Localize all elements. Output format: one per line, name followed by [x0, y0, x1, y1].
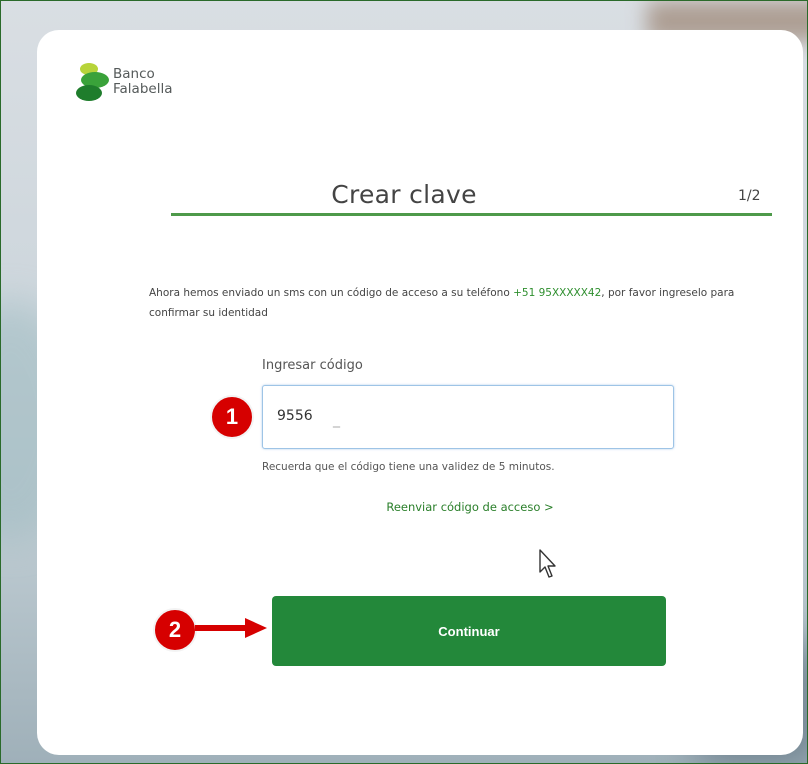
instructions-prefix: Ahora hemos enviado un sms con un código… [149, 287, 514, 299]
step-indicator: 1/2 [738, 188, 761, 204]
code-input[interactable]: 9556 _ [262, 385, 674, 449]
annotation-arrow-icon [195, 618, 267, 638]
resend-code-link[interactable]: Reenviar código de acceso > [0, 500, 808, 514]
validity-hint: Recuerda que el código tiene una validez… [262, 461, 555, 473]
instructions-text: Ahora hemos enviado un sms con un código… [149, 283, 769, 323]
logo-line-2: Falabella [113, 81, 173, 97]
annotation-badge-2: 2 [153, 608, 197, 652]
annotation-badge-1: 1 [210, 395, 254, 439]
text-caret-icon: _ [333, 412, 340, 428]
page-title: Crear clave [331, 180, 477, 209]
phone-number: +51 95XXXXX42 [513, 287, 602, 299]
bank-logo: Banco Falabella [75, 62, 195, 108]
logo-line-1: Banco [113, 66, 155, 82]
code-input-label: Ingresar código [262, 358, 363, 373]
title-underline [171, 213, 772, 216]
code-input-value: 9556 [277, 408, 313, 424]
logo-mark-icon [76, 63, 109, 101]
mouse-cursor-icon [539, 549, 556, 578]
logo-text: Banco Falabella [113, 67, 172, 97]
continue-button[interactable]: Continuar [272, 596, 666, 666]
